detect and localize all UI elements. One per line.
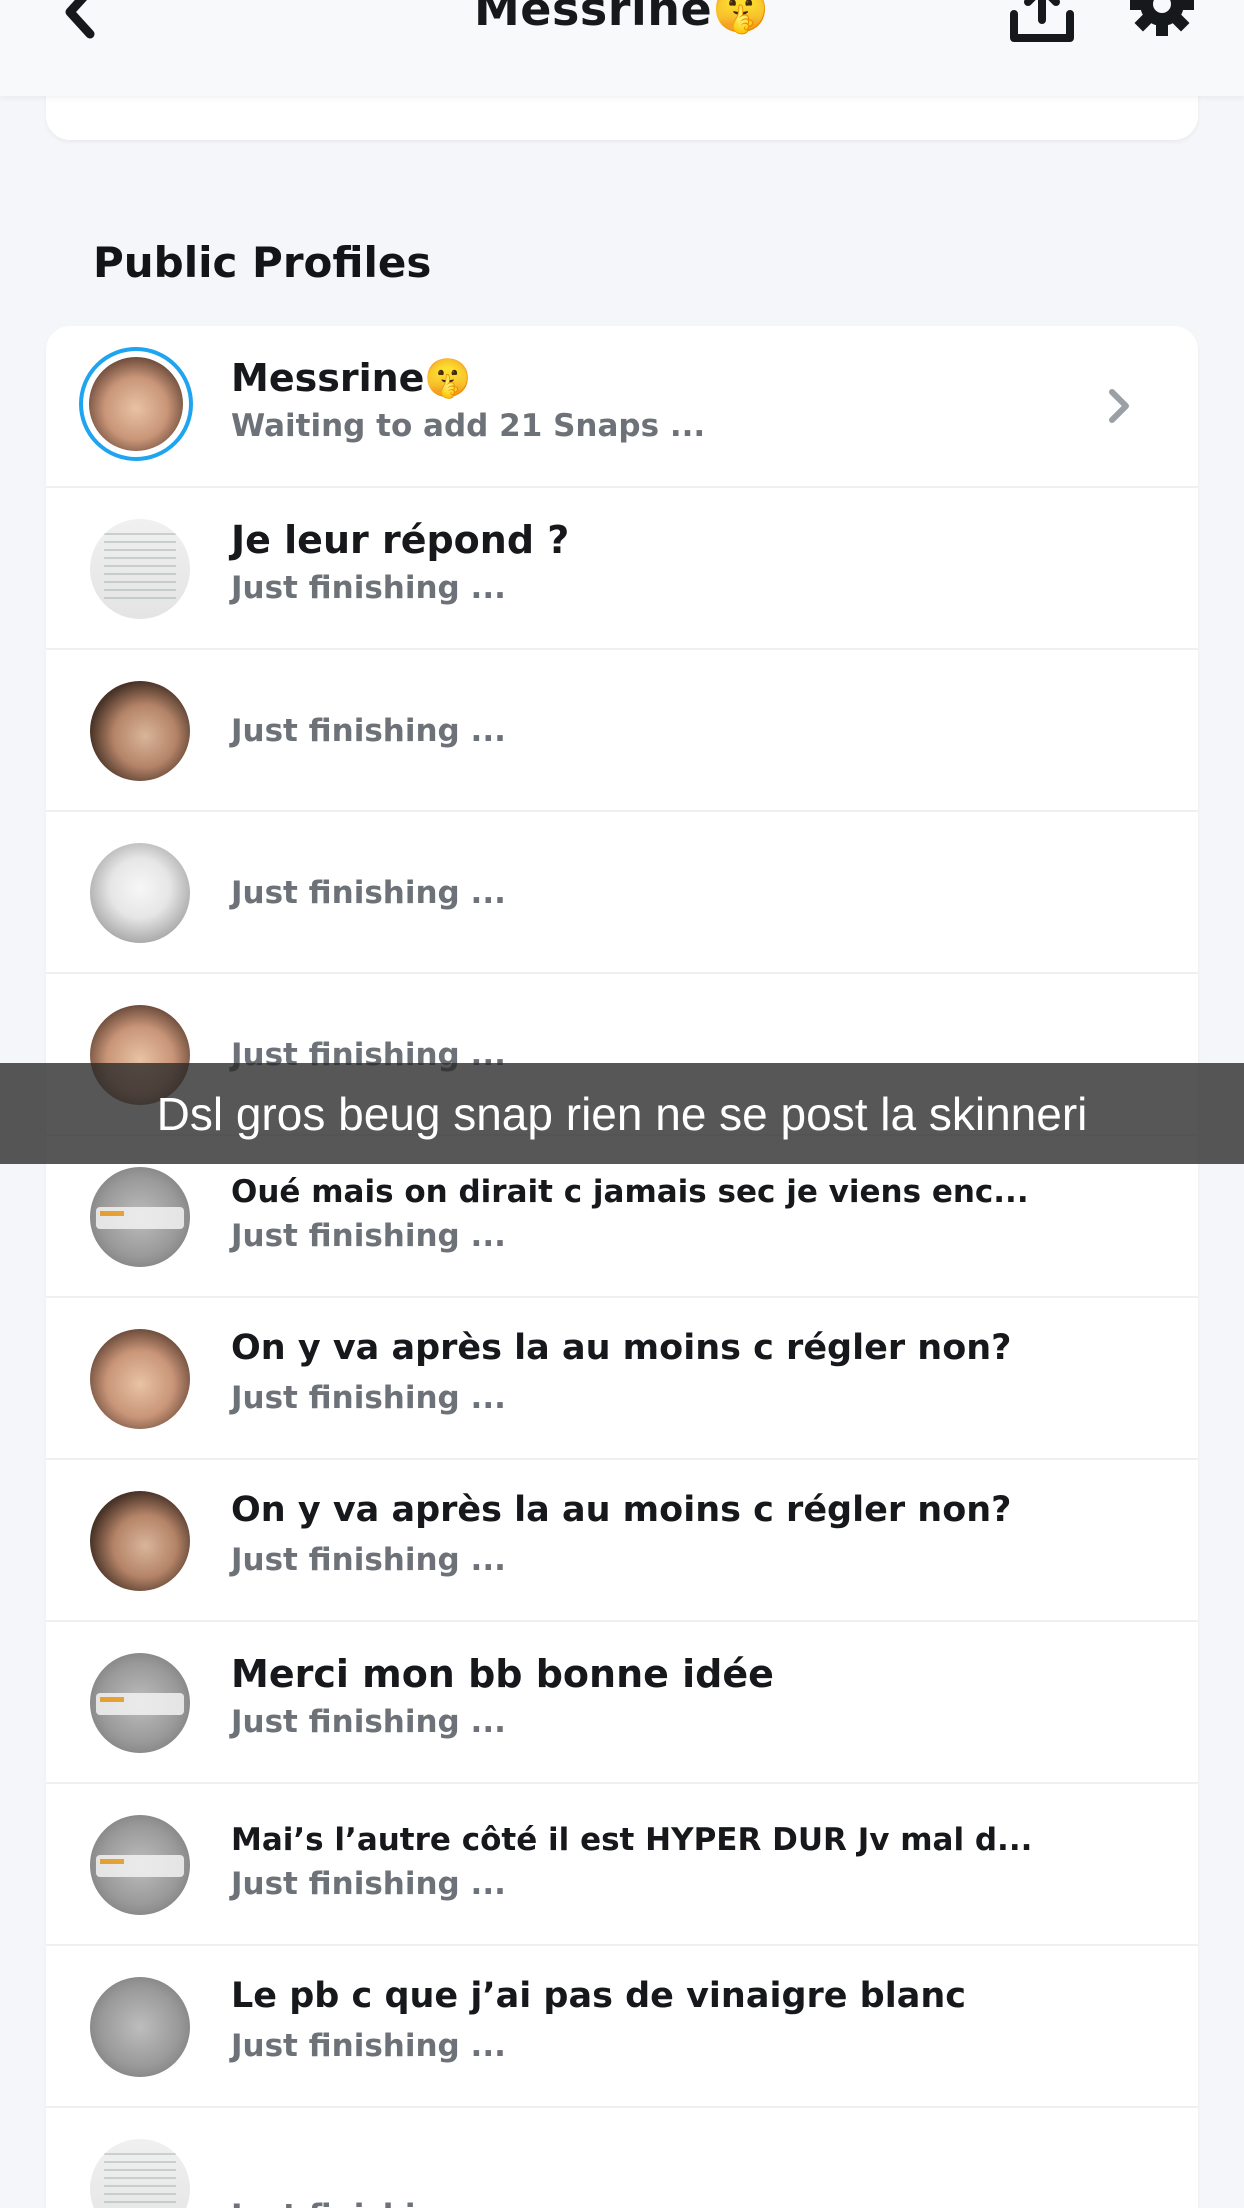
list-item[interactable]: Just finishing ... — [46, 650, 1198, 812]
list-item[interactable]: Just finishing ... — [46, 812, 1198, 974]
list-item-subtitle: Just finishing ... — [231, 1542, 506, 1578]
settings-button[interactable] — [1128, 0, 1196, 48]
list-item-subtitle: Waiting to add 21 Snaps ... — [231, 408, 706, 444]
caption-text: Dsl gros beug snap rien ne se post la sk… — [156, 1088, 1088, 1140]
list-item-subtitle: Just finishing ... — [231, 570, 506, 606]
list-item-subtitle: Just finishing ... — [231, 1866, 506, 1902]
avatar — [90, 1815, 190, 1915]
list-item[interactable]: Messrine🤫 Waiting to add 21 Snaps ... — [46, 326, 1198, 488]
list-item-title: Mai’s l’autre côté il est HYPER DUR Jv m… — [231, 1822, 1033, 1858]
list-item[interactable]: Just finishing ... — [46, 2108, 1198, 2208]
list-item-title: Le pb c que j’ai pas de vinaigre blanc — [231, 1976, 967, 2016]
list-item[interactable]: Mai’s l’autre côté il est HYPER DUR Jv m… — [46, 1784, 1198, 1946]
list-item-subtitle: Just finishing ... — [231, 875, 506, 911]
top-bar: Messrine🤫 — [0, 0, 1244, 96]
list-item-title: Messrine🤫 — [231, 356, 472, 400]
list-item-title: Oué mais on dirait c jamais sec je viens… — [231, 1174, 1029, 1210]
avatar — [90, 843, 190, 943]
avatar — [90, 2139, 190, 2208]
list-item[interactable]: Merci mon bb bonne idée Just finishing .… — [46, 1622, 1198, 1784]
story-caption: Dsl gros beug snap rien ne se post la sk… — [0, 1063, 1244, 1164]
snap-profile-screen: Messrine🤫 Public Profiles Messrine🤫 Wait… — [0, 0, 1244, 2208]
list-item-title: On y va après la au moins c régler non? — [231, 1328, 1012, 1368]
upload-icon — [1010, 0, 1074, 42]
gear-icon — [1130, 0, 1194, 36]
list-item-title: On y va après la au moins c régler non? — [231, 1490, 1012, 1530]
list-item[interactable]: On y va après la au moins c régler non? … — [46, 1460, 1198, 1622]
avatar — [90, 1329, 190, 1429]
list-item[interactable]: Je leur répond ? Just finishing ... — [46, 488, 1198, 650]
avatar — [90, 1491, 190, 1591]
list-item-title: Merci mon bb bonne idée — [231, 1652, 774, 1696]
avatar — [90, 1977, 190, 2077]
list-item-subtitle: Just finishing ... — [231, 1218, 506, 1254]
upload-button[interactable] — [1008, 0, 1076, 46]
list-item-subtitle: Just finishing ... — [231, 2198, 506, 2208]
list-item[interactable]: On y va après la au moins c régler non? … — [46, 1298, 1198, 1460]
avatar — [90, 1167, 190, 1267]
list-item-subtitle: Just finishing ... — [231, 713, 506, 749]
list-item-title: Je leur répond ? — [231, 518, 570, 562]
public-profiles-list: Messrine🤫 Waiting to add 21 Snaps ... Je… — [46, 326, 1198, 2208]
avatar — [79, 347, 193, 461]
list-item-subtitle: Just finishing ... — [231, 1704, 506, 1740]
avatar — [90, 519, 190, 619]
list-item[interactable]: Le pb c que j’ai pas de vinaigre blanc J… — [46, 1946, 1198, 2108]
section-title: Public Profiles — [93, 238, 432, 287]
list-item-subtitle: Just finishing ... — [231, 1380, 506, 1416]
avatar — [90, 1653, 190, 1753]
avatar — [90, 681, 190, 781]
list-item-subtitle: Just finishing ... — [231, 2028, 506, 2064]
chevron-right-icon — [1109, 389, 1129, 423]
